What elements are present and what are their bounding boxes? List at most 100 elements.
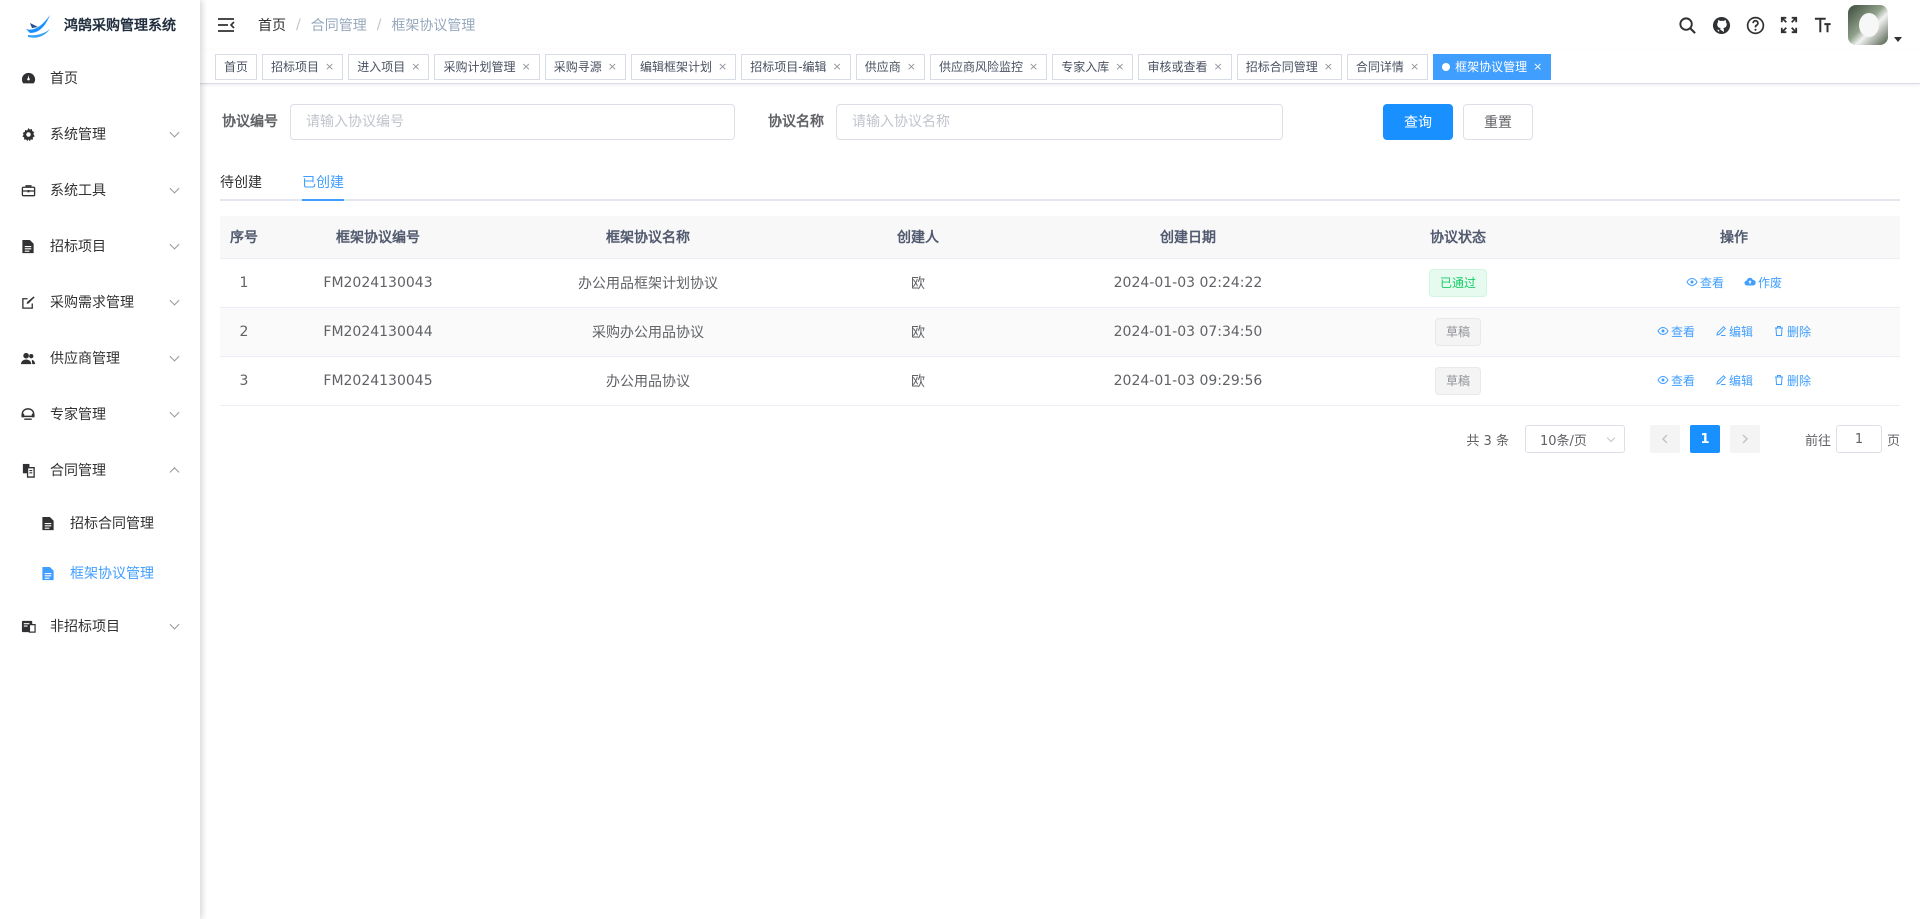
name-input[interactable]	[836, 104, 1283, 140]
close-icon[interactable]: ×	[833, 55, 842, 79]
close-icon[interactable]: ×	[907, 55, 916, 79]
contract-icon	[20, 462, 36, 478]
github-icon[interactable]	[1710, 14, 1732, 36]
tag-item[interactable]: 采购计划管理 ×	[434, 53, 540, 80]
reset-button[interactable]: 重置	[1463, 104, 1533, 140]
help-icon[interactable]	[1744, 14, 1766, 36]
creator: 欧	[911, 325, 925, 341]
fullscreen-icon[interactable]	[1778, 14, 1800, 36]
tag-item[interactable]: 供应商风险监控 ×	[929, 53, 1048, 80]
goto-page-input[interactable]	[1835, 425, 1882, 453]
sidebar-item-tools[interactable]: 系统工具	[0, 162, 200, 218]
close-icon[interactable]: ×	[325, 55, 334, 79]
tag-active[interactable]: 框架协议管理 ×	[1433, 53, 1552, 80]
sidebar-item-home[interactable]: 首页	[0, 50, 200, 106]
close-icon[interactable]: ×	[1213, 55, 1222, 79]
tag-item[interactable]: 合同详情 ×	[1346, 53, 1429, 80]
close-icon[interactable]: ×	[1029, 55, 1038, 79]
tag-label: 合同详情	[1355, 59, 1404, 74]
tab-created[interactable]: 已创建	[302, 165, 344, 201]
hamburger-icon[interactable]	[216, 15, 236, 35]
tag-label: 采购寻源	[553, 59, 602, 74]
tag-home[interactable]: 首页	[215, 53, 258, 80]
row-actions: 查看 编辑 删除	[1647, 323, 1821, 340]
tag-item[interactable]: 招标项目-编辑 ×	[741, 53, 851, 80]
close-icon[interactable]: ×	[1410, 55, 1419, 79]
sidebar-item-system[interactable]: 系统管理	[0, 106, 200, 162]
total-count: 共 3 条	[1466, 433, 1509, 449]
chevron-up-icon	[169, 467, 180, 478]
chevron-down-icon	[1606, 433, 1616, 443]
tab-pending[interactable]: 待创建	[220, 165, 262, 201]
void-button[interactable]: 作废	[1744, 274, 1782, 291]
status-badge: 已通过	[1428, 269, 1487, 297]
agreement-name: 办公用品框架计划协议	[578, 276, 718, 292]
chevron-right-icon	[1742, 434, 1749, 444]
tag-item[interactable]: 编辑框架计划 ×	[630, 53, 737, 80]
sidebar-item-label: 专家管理	[50, 407, 106, 423]
query-button[interactable]: 查询	[1383, 104, 1453, 140]
search-icon[interactable]	[1676, 14, 1698, 36]
close-icon[interactable]: ×	[1533, 55, 1542, 79]
close-icon[interactable]: ×	[718, 55, 727, 79]
ops-cell: 查看 编辑 删除	[1568, 372, 1900, 391]
sidebar-item-supplier[interactable]: 供应商管理	[0, 330, 200, 386]
tag-item[interactable]: 供应商 ×	[855, 53, 925, 80]
page-number[interactable]: 1	[1689, 425, 1720, 453]
chevron-down-icon	[169, 239, 180, 250]
close-icon[interactable]: ×	[411, 55, 420, 79]
view-button[interactable]: 查看	[1657, 323, 1695, 340]
tag-item[interactable]: 审核或查看 ×	[1138, 53, 1232, 80]
tag-item[interactable]: 进入项目 ×	[348, 53, 430, 80]
close-icon[interactable]: ×	[1324, 55, 1333, 79]
sidebar-item-contract[interactable]: 合同管理	[0, 442, 200, 498]
sidebar-item-expert[interactable]: 专家管理	[0, 386, 200, 442]
sidebar-item-bidding[interactable]: 招标项目	[0, 218, 200, 274]
agreement-code: FM2024130044	[323, 324, 433, 340]
eye-icon	[1657, 376, 1669, 385]
sidebar-item-demand[interactable]: 采购需求管理	[0, 274, 200, 330]
op-label: 删除	[1787, 324, 1812, 339]
sidebar-subitem-framework[interactable]: 框架协议管理	[0, 548, 200, 598]
sidebar-item-non-bidding[interactable]: 非招标项目	[0, 598, 200, 654]
name-label: 协议名称	[768, 114, 824, 130]
close-icon[interactable]: ×	[608, 55, 617, 79]
font-size-icon[interactable]	[1812, 14, 1834, 36]
tag-item[interactable]: 专家入库 ×	[1052, 53, 1134, 80]
view-button[interactable]: 查看	[1657, 372, 1695, 389]
sidebar-menu: 首页 系统管理 系统工具 招标项目 采购需求管理 供应商管理 专家管理 合同管理…	[0, 50, 200, 654]
view-button[interactable]: 查看	[1686, 274, 1724, 291]
goto-prefix: 前往	[1804, 433, 1831, 449]
sidebar-item-label: 框架协议管理	[70, 566, 154, 582]
edit-button[interactable]: 编辑	[1715, 323, 1753, 340]
breadcrumb-home[interactable]: 首页	[258, 15, 286, 35]
tag-item[interactable]: 招标项目 ×	[262, 53, 344, 80]
prev-page-button[interactable]	[1649, 425, 1680, 453]
cloud-upload-icon	[1744, 278, 1756, 286]
goto-suffix: 页	[1886, 433, 1900, 449]
tag-label: 专家入库	[1061, 59, 1110, 74]
code-input[interactable]	[290, 104, 735, 140]
tag-item[interactable]: 采购寻源 ×	[544, 53, 626, 80]
sidebar-subitem-bid-contract[interactable]: 招标合同管理	[0, 498, 200, 548]
tag-label: 招标项目-编辑	[750, 59, 827, 74]
column-header: 框架协议编号	[336, 230, 420, 246]
app-title: 鸿鹄采购管理系统	[64, 18, 176, 34]
next-page-button[interactable]	[1729, 425, 1760, 453]
tag-item[interactable]: 招标合同管理 ×	[1236, 53, 1342, 80]
avatar[interactable]	[1848, 5, 1888, 45]
edit-button[interactable]: 编辑	[1715, 372, 1753, 389]
close-icon[interactable]: ×	[1115, 55, 1124, 79]
caret-down-icon[interactable]	[1894, 36, 1902, 42]
page-size-select[interactable]: 10条/页	[1524, 425, 1625, 453]
op-label: 查看	[1699, 275, 1724, 290]
logo[interactable]: 鸿鹄采购管理系统	[0, 0, 200, 50]
eye-icon	[1686, 278, 1698, 287]
tag-label: 编辑框架计划	[639, 59, 712, 74]
delete-button[interactable]: 删除	[1773, 372, 1811, 389]
op-label: 作废	[1758, 275, 1783, 290]
tags-view: 首页 招标项目 × 进入项目 × 采购计划管理 × 采购寻源 × 编辑框架计划 × 招标项…	[200, 50, 1920, 84]
close-icon[interactable]: ×	[522, 55, 531, 79]
delete-button[interactable]: 删除	[1773, 323, 1811, 340]
create-date: 2024-01-03 07:34:50	[1113, 324, 1263, 340]
